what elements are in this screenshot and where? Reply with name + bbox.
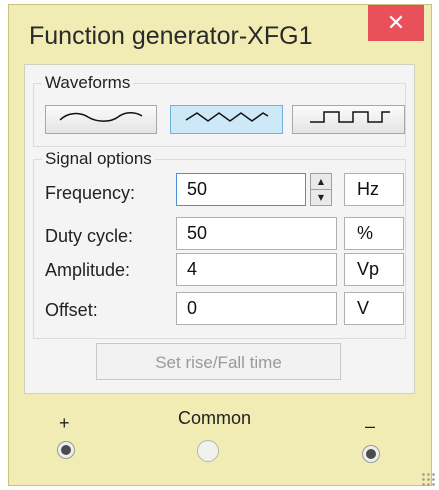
common-terminal-label: Common bbox=[178, 408, 252, 428]
offset-label: Offset: bbox=[45, 300, 98, 320]
frequency-label: Frequency: bbox=[45, 183, 136, 203]
square-wave-button[interactable] bbox=[292, 105, 405, 134]
duty-cycle-unit-field[interactable]: % bbox=[344, 217, 404, 250]
frequency-unit-field[interactable]: Hz bbox=[344, 173, 404, 206]
offset-unit-field[interactable]: V bbox=[344, 292, 404, 325]
common-terminal-radio[interactable] bbox=[197, 440, 219, 462]
square-wave-icon bbox=[306, 109, 392, 130]
frequency-input[interactable]: 50 bbox=[176, 173, 306, 206]
signal-options-group-label: Signal options bbox=[42, 149, 155, 169]
plus-terminal-radio[interactable] bbox=[57, 441, 75, 459]
duty-cycle-label: Duty cycle: bbox=[45, 226, 134, 246]
sine-wave-icon bbox=[58, 109, 144, 130]
resize-grip-icon[interactable] bbox=[421, 472, 435, 486]
plus-terminal-label: + bbox=[59, 413, 70, 433]
set-rise-fall-time-button[interactable]: Set rise/Fall time bbox=[96, 343, 341, 380]
spin-up-icon[interactable]: ▲ bbox=[311, 174, 331, 190]
close-button[interactable]: ✕ bbox=[368, 5, 424, 41]
sine-wave-button[interactable] bbox=[45, 105, 157, 134]
spin-down-icon[interactable]: ▼ bbox=[311, 190, 331, 205]
window-title: Function generator-XFG1 bbox=[29, 22, 313, 50]
waveforms-group-label: Waveforms bbox=[42, 73, 134, 93]
duty-cycle-input[interactable]: 50 bbox=[176, 217, 337, 250]
frequency-spinner[interactable]: ▲ ▼ bbox=[310, 173, 332, 206]
triangle-wave-button[interactable] bbox=[170, 105, 283, 134]
amplitude-label: Amplitude: bbox=[45, 260, 131, 280]
triangle-wave-icon bbox=[184, 109, 270, 130]
offset-input[interactable]: 0 bbox=[176, 292, 337, 325]
amplitude-input[interactable]: 4 bbox=[176, 253, 337, 286]
minus-terminal-radio[interactable] bbox=[362, 445, 380, 463]
title-bar[interactable]: Function generator-XFG1 ✕ bbox=[9, 5, 431, 63]
amplitude-unit-field[interactable]: Vp bbox=[344, 253, 404, 286]
minus-terminal-label: – bbox=[365, 416, 376, 436]
